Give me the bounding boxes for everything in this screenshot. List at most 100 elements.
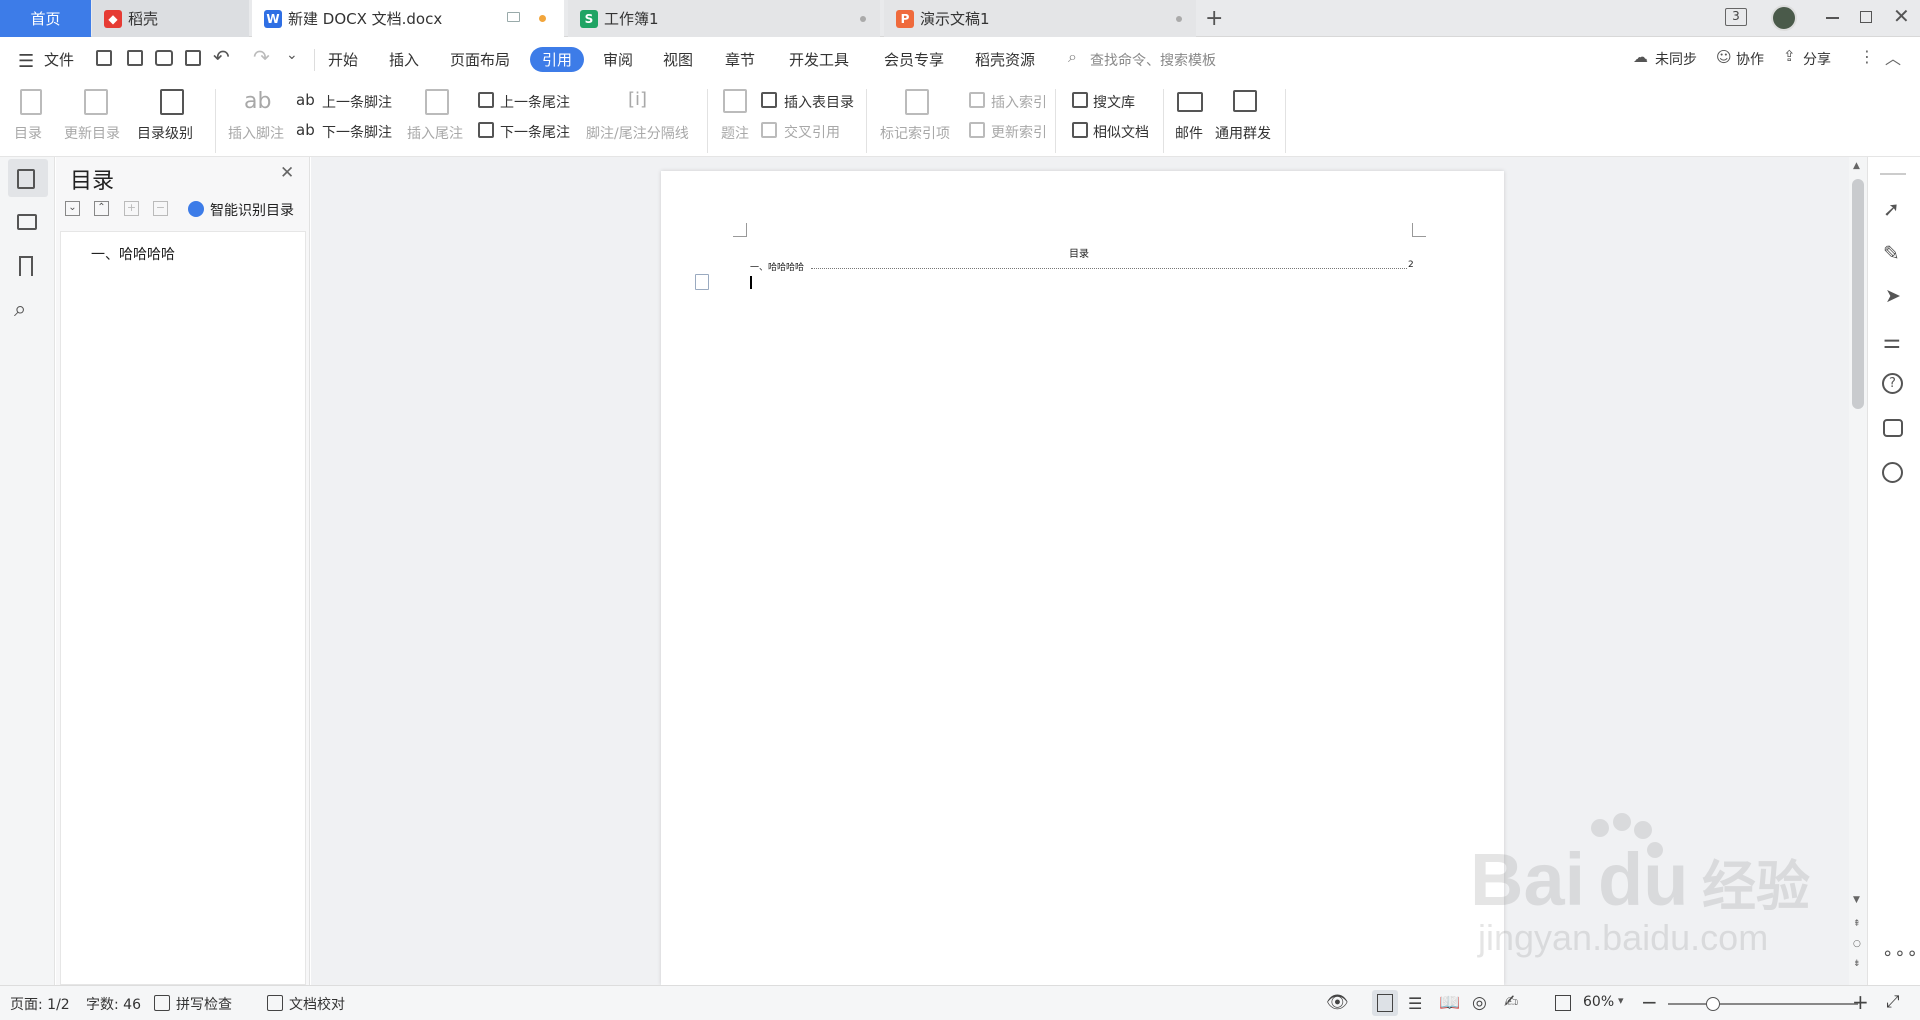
ai-writer-icon[interactable] <box>1883 419 1903 437</box>
collapse-ribbon-icon[interactable]: ︿ <box>1885 45 1901 69</box>
tab-daoke[interactable]: ◆ 稻壳 <box>92 0 249 37</box>
toc-entry[interactable]: 一、哈哈哈哈 <box>750 260 804 273</box>
more-options-icon[interactable]: ∘∘∘ <box>1882 943 1919 964</box>
tab-presentation[interactable]: P 演示文稿1 <box>884 0 1196 37</box>
caption-button[interactable]: 题注 <box>721 123 749 143</box>
insert-endnote-button[interactable]: 插入尾注 <box>407 123 463 143</box>
redo-icon[interactable]: ↷ <box>253 45 270 69</box>
hamburger-icon[interactable]: ☰ <box>18 51 34 72</box>
separator-button[interactable]: 脚注/尾注分隔线 <box>586 123 689 143</box>
fit-page-icon[interactable] <box>1555 995 1571 1011</box>
expand-all-icon[interactable]: ⌄ <box>65 201 80 216</box>
menu-view[interactable]: 视图 <box>663 49 693 70</box>
mark-index-button[interactable]: 标记索引项 <box>880 123 950 143</box>
scrollbar-thumb[interactable] <box>1852 179 1864 409</box>
sync-status[interactable]: 未同步 <box>1655 49 1697 69</box>
bookmark-icon[interactable] <box>19 256 33 276</box>
similar-doc-button[interactable]: 相似文档 <box>1093 122 1149 142</box>
menu-layout[interactable]: 页面布局 <box>450 49 510 70</box>
save-icon[interactable] <box>96 50 112 66</box>
vertical-scrollbar[interactable]: ▲ ▼ ⇞ ○ ⇟ <box>1849 157 1867 985</box>
proofread-button[interactable]: 文档校对 <box>289 994 345 1014</box>
close-icon[interactable]: ✕ <box>280 163 294 183</box>
smart-recognize-button[interactable]: 智能识别目录 <box>210 200 294 220</box>
rocket-icon[interactable]: ➚ <box>1883 197 1900 221</box>
eye-protection-icon[interactable]: 👁 <box>1326 992 1349 1013</box>
zoom-in-icon[interactable]: + <box>1852 990 1869 1014</box>
menu-review[interactable]: 审阅 <box>603 49 633 70</box>
scroll-down-icon[interactable]: ▼ <box>1853 895 1860 905</box>
document-page[interactable]: 目录 一、哈哈哈哈 2 <box>661 171 1504 985</box>
lightning-icon[interactable] <box>1882 462 1903 483</box>
avatar[interactable] <box>1771 5 1797 31</box>
web-view-icon[interactable]: ◎ <box>1472 993 1487 1013</box>
demote-icon[interactable]: − <box>153 201 168 216</box>
outline-view-icon[interactable]: ☰ <box>1408 994 1422 1013</box>
pen-icon[interactable]: ✎ <box>1883 241 1900 265</box>
zoom-out-icon[interactable]: − <box>1641 990 1658 1014</box>
menu-devtools[interactable]: 开发工具 <box>789 49 849 70</box>
spellcheck-button[interactable]: 拼写检查 <box>176 994 232 1014</box>
tab-workbook[interactable]: S 工作簿1 <box>568 0 880 37</box>
command-search-input[interactable]: 查找命令、搜索模板 <box>1090 50 1216 70</box>
update-index-button[interactable]: 更新索引 <box>991 122 1047 142</box>
zoom-slider[interactable] <box>1668 1003 1858 1005</box>
help-icon[interactable]: ? <box>1882 373 1903 394</box>
menu-insert[interactable]: 插入 <box>389 49 419 70</box>
menu-references[interactable]: 引用 <box>530 47 585 72</box>
writing-mode-icon[interactable]: ✍ <box>1504 992 1518 1012</box>
menu-file[interactable]: 文件 <box>44 49 74 70</box>
insert-table-toc-button[interactable]: 插入表目录 <box>784 92 854 112</box>
select-browse-icon[interactable]: ○ <box>1853 939 1861 949</box>
print-preview-icon[interactable] <box>185 50 201 66</box>
window-count-badge[interactable]: 3 <box>1725 8 1747 26</box>
minimize-icon[interactable] <box>1826 17 1839 19</box>
fullscreen-icon[interactable]: ⤢ <box>1886 992 1900 1012</box>
zoom-slider-thumb[interactable] <box>1706 997 1720 1011</box>
menu-start[interactable]: 开始 <box>328 49 358 70</box>
undo-icon[interactable]: ↶ <box>213 45 230 69</box>
insert-index-button[interactable]: 插入索引 <box>991 92 1047 112</box>
prev-endnote-button[interactable]: 上一条尾注 <box>500 92 570 112</box>
monitor-icon[interactable] <box>507 12 520 22</box>
close-window-icon[interactable]: ✕ <box>1893 4 1910 28</box>
zoom-level[interactable]: 60% <box>1583 994 1614 1010</box>
update-toc-button[interactable]: 更新目录 <box>64 123 120 143</box>
reading-view-icon[interactable]: 📖 <box>1439 993 1460 1013</box>
page-indicator[interactable]: 页面: 1/2 <box>10 994 70 1014</box>
cross-ref-button[interactable]: 交叉引用 <box>784 122 840 142</box>
menu-daoke-resources[interactable]: 稻壳资源 <box>975 49 1035 70</box>
next-footnote-button[interactable]: 下一条脚注 <box>322 122 392 142</box>
insert-footnote-button[interactable]: 插入脚注 <box>228 123 284 143</box>
toc-panel-icon[interactable] <box>17 169 35 189</box>
mass-send-button[interactable]: 通用群发 <box>1215 123 1271 143</box>
paste-options-icon[interactable] <box>695 274 709 290</box>
menu-member[interactable]: 会员专享 <box>884 49 944 70</box>
chevron-down-icon[interactable]: ▾ <box>1618 994 1624 1007</box>
collapse-all-icon[interactable]: ⌃ <box>94 201 109 216</box>
search-library-button[interactable]: 搜文库 <box>1093 92 1135 112</box>
chapter-nav-icon[interactable] <box>17 214 37 230</box>
print-icon[interactable] <box>155 50 173 66</box>
pointer-icon[interactable]: ➤ <box>1885 285 1901 307</box>
tab-home[interactable]: 首页 <box>0 0 91 37</box>
toc-tree-item[interactable]: 一、哈哈哈哈 <box>91 244 175 264</box>
promote-icon[interactable]: + <box>124 201 139 216</box>
share-button[interactable]: 分享 <box>1803 49 1831 69</box>
scroll-up-icon[interactable]: ▲ <box>1853 161 1860 171</box>
tab-close-icon[interactable] <box>1176 16 1182 22</box>
toc-button[interactable]: 目录 <box>14 123 42 143</box>
page-view-icon[interactable] <box>1377 994 1393 1012</box>
mail-button[interactable]: 邮件 <box>1175 123 1203 143</box>
search-icon[interactable]: ⌕ <box>14 297 26 322</box>
next-page-icon[interactable]: ⇟ <box>1853 959 1861 969</box>
chevron-down-icon[interactable]: ⌄ <box>286 47 298 63</box>
sliders-icon[interactable]: ⚌ <box>1883 329 1901 353</box>
menu-section[interactable]: 章节 <box>725 49 755 70</box>
prev-page-icon[interactable]: ⇞ <box>1853 919 1861 929</box>
collab-button[interactable]: 协作 <box>1736 49 1764 69</box>
next-endnote-button[interactable]: 下一条尾注 <box>500 122 570 142</box>
toc-level-button[interactable]: 目录级别 <box>137 123 193 143</box>
word-count[interactable]: 字数: 46 <box>86 994 141 1014</box>
restore-icon[interactable] <box>1860 11 1872 23</box>
